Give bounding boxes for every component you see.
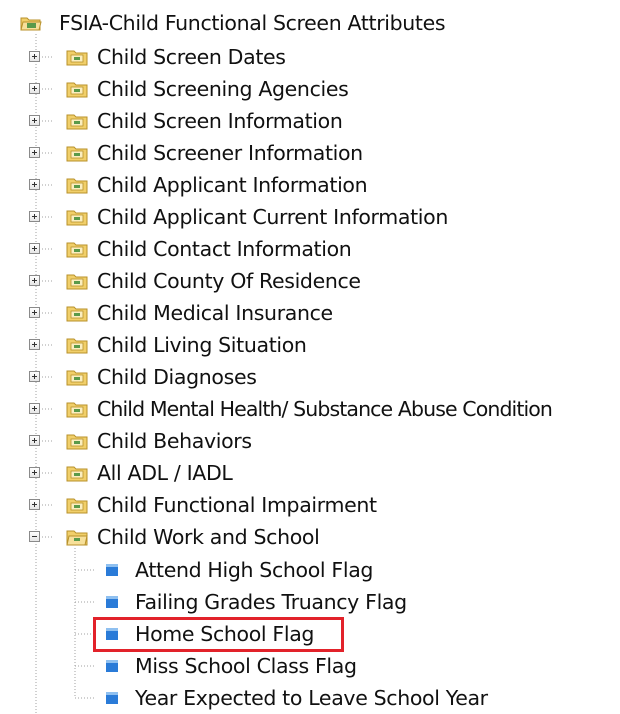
tree-attribute-label: Attend High School Flag <box>135 558 374 582</box>
tree-folder-label: Child Work and School <box>97 525 320 549</box>
tree-folder-label: Child County Of Residence <box>97 269 361 293</box>
expand-plus-icon[interactable] <box>29 83 40 94</box>
folder-icon <box>66 82 88 98</box>
tree-attribute-node[interactable]: Year Expected to Leave School Year <box>97 682 488 714</box>
folder-icon <box>66 434 88 450</box>
folder-icon <box>66 50 88 66</box>
tree-folder-label: Child Screener Information <box>97 141 363 165</box>
folder-open-icon <box>20 17 42 31</box>
expand-plus-icon[interactable] <box>29 51 40 62</box>
folder-icon <box>66 274 88 290</box>
tree-attribute-label: Miss School Class Flag <box>135 654 357 678</box>
tree-attribute-node[interactable]: Attend High School Flag <box>97 554 373 586</box>
folder-icon <box>66 338 88 354</box>
folder-icon <box>66 146 88 162</box>
attribute-icon <box>106 596 118 608</box>
folder-icon <box>66 466 88 482</box>
expand-plus-icon[interactable] <box>29 243 40 254</box>
folder-icon <box>66 210 88 226</box>
tree-folder-node[interactable]: Child County Of Residence <box>27 265 361 297</box>
tree-folder-node[interactable]: Child Diagnoses <box>27 361 257 393</box>
tree-folder-node[interactable]: All ADL / IADL <box>27 457 233 489</box>
expand-plus-icon[interactable] <box>29 371 40 382</box>
tree-folder-label: Child Mental Health/ Substance Abuse Con… <box>97 397 553 421</box>
tree-folder-node[interactable]: Child Applicant Information <box>27 169 368 201</box>
tree-folder-label: Child Screen Dates <box>97 45 286 69</box>
expand-plus-icon[interactable] <box>29 467 40 478</box>
tree-root-label: FSIA-Child Functional Screen Attributes <box>59 11 446 35</box>
tree-folder-node-expanded[interactable]: Child Work and School <box>27 521 320 553</box>
expand-plus-icon[interactable] <box>29 307 40 318</box>
highlight-box <box>93 617 344 652</box>
tree-folder-node[interactable]: Child Medical Insurance <box>27 297 333 329</box>
tree-folder-node[interactable]: Child Screener Information <box>27 137 363 169</box>
tree-folder-node[interactable]: Child Screen Dates <box>27 41 286 73</box>
tree-folder-node[interactable]: Child Screening Agencies <box>27 73 349 105</box>
expand-plus-icon[interactable] <box>29 275 40 286</box>
tree-attribute-node[interactable]: Failing Grades Truancy Flag <box>97 586 407 618</box>
expand-plus-icon[interactable] <box>29 499 40 510</box>
tree-folder-label: Child Medical Insurance <box>97 301 333 325</box>
expand-plus-icon[interactable] <box>29 403 40 414</box>
attribute-icon <box>106 660 118 672</box>
tree-attribute-label: Year Expected to Leave School Year <box>135 686 488 710</box>
expand-plus-icon[interactable] <box>29 339 40 350</box>
tree-folder-node[interactable]: Child Functional Impairment <box>27 489 377 521</box>
folder-icon <box>66 498 88 514</box>
tree-folder-node[interactable]: Child Living Situation <box>27 329 307 361</box>
expand-plus-icon[interactable] <box>29 435 40 446</box>
folder-icon <box>66 402 88 418</box>
tree-folder-node[interactable]: Child Applicant Current Information <box>27 201 448 233</box>
tree-folder-label: Child Applicant Current Information <box>97 205 448 229</box>
collapse-minus-icon[interactable] <box>29 531 40 542</box>
tree-folder-label: Child Screening Agencies <box>97 77 349 101</box>
expand-plus-icon[interactable] <box>29 179 40 190</box>
attribute-tree: FSIA-Child Functional Screen Attributes … <box>0 0 620 713</box>
tree-folder-node[interactable]: Child Mental Health/ Substance Abuse Con… <box>27 393 553 425</box>
tree-root-node[interactable]: FSIA-Child Functional Screen Attributes <box>18 7 446 39</box>
tree-folder-node[interactable]: Child Contact Information <box>27 233 352 265</box>
tree-attribute-label: Failing Grades Truancy Flag <box>135 590 407 614</box>
tree-folder-label: Child Behaviors <box>97 429 252 453</box>
tree-attribute-node[interactable]: Miss School Class Flag <box>97 650 357 682</box>
folder-icon <box>66 178 88 194</box>
tree-folder-label: Child Diagnoses <box>97 365 257 389</box>
tree-folder-label: Child Living Situation <box>97 333 307 357</box>
attribute-icon <box>106 564 118 576</box>
expand-plus-icon[interactable] <box>29 147 40 158</box>
expand-plus-icon[interactable] <box>29 115 40 126</box>
folder-icon <box>66 242 88 258</box>
tree-folder-node[interactable]: Child Behaviors <box>27 425 252 457</box>
tree-folder-label: All ADL / IADL <box>97 461 233 485</box>
tree-folder-label: Child Applicant Information <box>97 173 368 197</box>
tree-folder-label: Child Screen Information <box>97 109 343 133</box>
folder-icon <box>66 114 88 130</box>
folder-open-icon <box>66 530 88 546</box>
tree-folder-label: Child Contact Information <box>97 237 352 261</box>
expand-plus-icon[interactable] <box>29 211 40 222</box>
tree-folder-node[interactable]: Child Screen Information <box>27 105 343 137</box>
attribute-icon <box>106 692 118 704</box>
tree-folder-label: Child Functional Impairment <box>97 493 377 517</box>
folder-icon <box>66 370 88 386</box>
folder-icon <box>66 306 88 322</box>
